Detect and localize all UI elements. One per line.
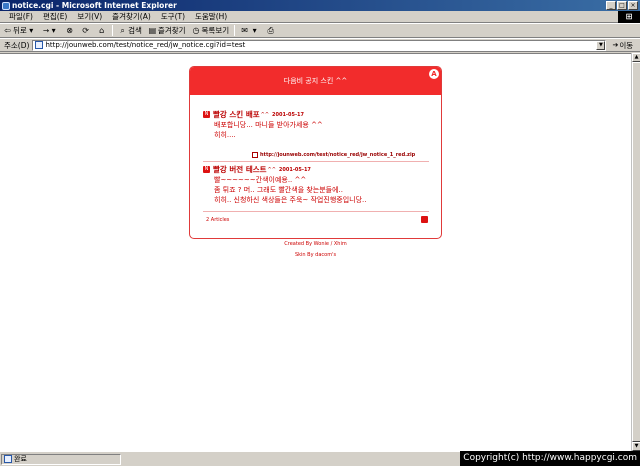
- refresh-icon: ⟳: [82, 26, 89, 35]
- home-icon: ⌂: [99, 26, 105, 35]
- dropdown-arrow-icon: ▾: [252, 26, 257, 35]
- menu-help[interactable]: 도움말(H): [190, 11, 232, 22]
- notice-panel: 다음비 공지 스킨 ^^ A N 빨강 스킨 배포 ^^ 2001-05-17 …: [189, 66, 442, 239]
- notice-post: N 빨강 스킨 배포 ^^ 2001-05-17 배포합니당... 마니들 받아…: [203, 109, 435, 140]
- scroll-up-icon[interactable]: ▲: [632, 53, 640, 62]
- notice-header: 다음비 공지 스킨 ^^ A: [190, 67, 441, 95]
- article-count: 2 Articles: [206, 216, 230, 223]
- history-label: 목록보기: [201, 26, 230, 35]
- windows-logo-icon: ⊞: [618, 11, 640, 23]
- post-date: 2001-05-17: [278, 166, 311, 173]
- post-date: 2001-05-17: [272, 111, 304, 118]
- minimize-button[interactable]: _: [606, 1, 616, 10]
- post-title[interactable]: 빨강 버전 테스트: [213, 164, 267, 175]
- post-body-line: 배포합니당... 마니들 받아가세용 ^^: [214, 121, 323, 129]
- mail-button[interactable]: ✉ ▾: [237, 26, 263, 35]
- created-by-credit: Created By Wonie / Xhim: [284, 241, 347, 247]
- scroll-thumb[interactable]: [632, 62, 640, 442]
- notice-post: N 빨강 버전 테스트 ^^ 2001-05-17 빨~~~~~~간색이예용..…: [203, 164, 435, 205]
- favorites-icon: ▤: [148, 26, 157, 35]
- forward-button[interactable]: → ▾: [40, 26, 62, 35]
- status-text: 완료: [14, 455, 27, 463]
- status-text-cell: 완료: [1, 453, 121, 465]
- favorites-button[interactable]: ▤ 즐겨찾기: [145, 25, 189, 36]
- close-button[interactable]: ×: [628, 1, 638, 10]
- stop-icon: ⊗: [66, 26, 73, 35]
- admin-icon[interactable]: A: [429, 69, 439, 79]
- scroll-down-icon[interactable]: ▼: [632, 442, 640, 451]
- footer-divider: [203, 211, 429, 212]
- menu-edit[interactable]: 편집(E): [38, 11, 72, 22]
- address-dropdown-icon[interactable]: ▼: [596, 40, 606, 50]
- maximize-button[interactable]: □: [617, 1, 627, 10]
- go-label: 이동: [619, 40, 634, 50]
- post-body-line: 좀 튀죠 ? 머.. 그래도 빨간색을 찾는분들에..: [214, 186, 344, 194]
- print-button[interactable]: ⎙: [263, 26, 279, 35]
- page-done-icon: [4, 455, 12, 463]
- standard-toolbar: ⇦ 뒤로 ▾ → ▾ ⊗ ⟳ ⌂ ⌕ 검색 ▤ 즐겨찾기 ◷ 목록보기 ✉ ▾ …: [0, 23, 640, 38]
- window-title: notice.cgi - Microsoft Internet Explorer: [12, 1, 177, 10]
- post-divider: [203, 161, 429, 162]
- write-icon[interactable]: [421, 216, 428, 223]
- ie-page-icon: [2, 1, 10, 10]
- attachment-icon: [252, 152, 258, 158]
- notice-footer: 2 Articles: [206, 216, 428, 223]
- mail-icon: ✉: [241, 26, 248, 35]
- post-body-line: 히히....: [214, 131, 236, 139]
- print-icon: ⎙: [267, 26, 274, 35]
- address-label: 주소(D): [4, 40, 30, 50]
- notice-title: 다음비 공지 스킨 ^^: [283, 77, 348, 85]
- page-icon: [35, 41, 44, 49]
- post-title[interactable]: 빨강 스킨 배포: [213, 109, 260, 120]
- copyright-overlay: Copyright(c) http://www.happycgi.com: [460, 451, 640, 466]
- history-button[interactable]: ◷ 목록보기: [189, 25, 233, 36]
- search-label: 검색: [128, 26, 142, 35]
- post-body-line: 빨~~~~~~간색이예용.. ^^: [214, 176, 307, 184]
- address-input[interactable]: [45, 41, 586, 49]
- toolbar-separator: [234, 25, 236, 36]
- search-button[interactable]: ⌕ 검색: [115, 25, 145, 36]
- refresh-button[interactable]: ⟳: [78, 26, 94, 35]
- dropdown-arrow-icon: ▾: [51, 26, 56, 35]
- window-controls: _ □ ×: [606, 1, 638, 10]
- menu-favorites[interactable]: 즐겨찾기(A): [107, 11, 156, 22]
- post-title-row[interactable]: N 빨강 버전 테스트 ^^ 2001-05-17: [203, 164, 435, 175]
- skin-credit: Skin By dacom's: [294, 252, 337, 258]
- favorites-label: 즐겨찾기: [157, 26, 186, 35]
- home-button[interactable]: ⌂: [94, 26, 110, 35]
- post-title-suffix: ^^: [260, 111, 270, 118]
- menu-view[interactable]: 보기(V): [72, 11, 107, 22]
- post-title-row[interactable]: N 빨강 스킨 배포 ^^ 2001-05-17: [203, 109, 435, 120]
- page-content: 다음비 공지 스킨 ^^ A N 빨강 스킨 배포 ^^ 2001-05-17 …: [0, 53, 631, 451]
- attachment-link[interactable]: http://jounweb.com/test/notice_red/jw_no…: [260, 152, 415, 158]
- post-bullet-icon: N: [203, 166, 210, 173]
- menu-bar: 파일(F) 편집(E) 보기(V) 즐겨찾기(A) 도구(T) 도움말(H) ⊞: [0, 11, 640, 23]
- dropdown-arrow-icon: ▾: [29, 26, 34, 35]
- back-button[interactable]: ⇦ 뒤로 ▾: [0, 25, 40, 36]
- attachment-link-row: http://jounweb.com/test/notice_red/jw_no…: [252, 152, 427, 158]
- address-bar: 주소(D) ▼ ➔ 이동: [0, 38, 640, 52]
- menu-file[interactable]: 파일(F): [4, 11, 38, 22]
- vertical-scrollbar[interactable]: ▲ ▼: [631, 53, 640, 451]
- go-button[interactable]: ➔ 이동: [612, 40, 633, 51]
- search-icon: ⌕: [120, 26, 125, 35]
- toolbar-separator: [112, 25, 114, 36]
- menu-tools[interactable]: 도구(T): [156, 11, 190, 22]
- history-icon: ◷: [192, 26, 200, 35]
- address-field[interactable]: ▼: [32, 39, 607, 51]
- post-title-suffix: ^^: [267, 166, 276, 173]
- post-body-line: 히히.. 신청하신 색상들은 주욱~ 작업진행중입니당..: [214, 196, 367, 204]
- stop-button[interactable]: ⊗: [62, 26, 78, 35]
- back-arrow-icon: ⇦: [4, 26, 11, 35]
- title-bar: notice.cgi - Microsoft Internet Explorer…: [0, 0, 640, 11]
- go-arrow-icon: ➔: [612, 41, 619, 49]
- back-label: 뒤로: [13, 26, 27, 35]
- post-bullet-icon: N: [203, 111, 210, 118]
